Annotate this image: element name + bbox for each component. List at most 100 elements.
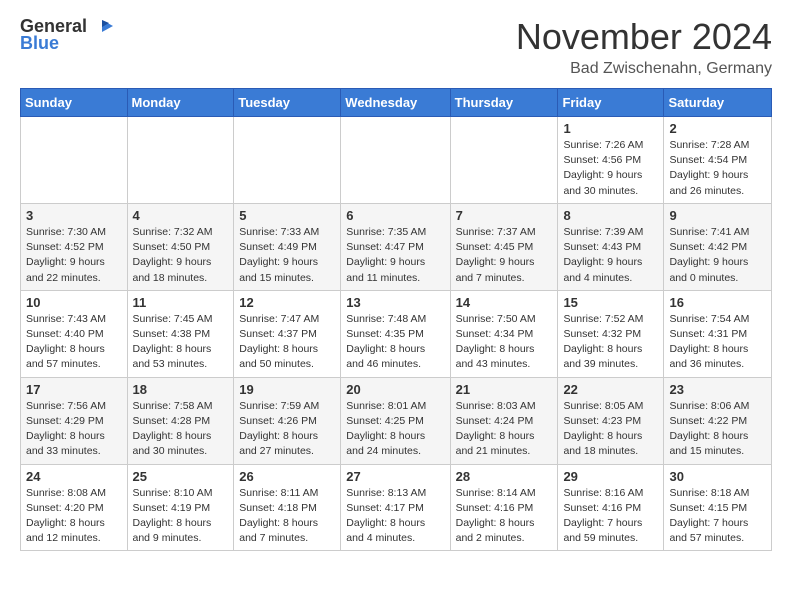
day-number: 6 [346, 208, 444, 223]
calendar-cell: 2 Sunrise: 7:28 AMSunset: 4:54 PMDaylight… [664, 117, 772, 204]
day-info: Sunrise: 8:18 AMSunset: 4:15 PMDaylight:… [669, 486, 766, 547]
calendar-cell [234, 117, 341, 204]
day-number: 4 [133, 208, 229, 223]
calendar-cell: 15Sunrise: 7:52 AMSunset: 4:32 PMDayligh… [558, 290, 664, 377]
day-info: Sunrise: 8:05 AMSunset: 4:23 PMDaylight:… [563, 399, 658, 460]
calendar-cell: 29 Sunrise: 8:16 AMSunset: 4:16 PMDayligh… [558, 464, 664, 551]
day-info: Sunrise: 7:47 AMSunset: 4:37 PMDaylight:… [239, 312, 335, 373]
day-number: 25 [133, 469, 229, 484]
location: Bad Zwischenahn, Germany [516, 60, 772, 78]
col-header-thursday: Thursday [450, 89, 558, 117]
logo: General Blue [20, 16, 113, 54]
calendar-cell: 28Sunrise: 8:14 AMSunset: 4:16 PMDayligh… [450, 464, 558, 551]
calendar-cell: 20 Sunrise: 8:01 AMSunset: 4:25 PMDayligh… [341, 377, 450, 464]
calendar-cell: 16Sunrise: 7:54 AMSunset: 4:31 PMDayligh… [664, 290, 772, 377]
calendar-cell: 11 Sunrise: 7:45 AMSunset: 4:38 PMDayligh… [127, 290, 234, 377]
calendar-cell: 10 Sunrise: 7:43 AMSunset: 4:40 PMDayligh… [21, 290, 128, 377]
col-header-tuesday: Tuesday [234, 89, 341, 117]
day-info: Sunrise: 7:26 AMSunset: 4:56 PMDaylight:… [563, 138, 658, 199]
day-info: Sunrise: 7:50 AMSunset: 4:34 PMDaylight:… [456, 312, 553, 373]
calendar-cell [341, 117, 450, 204]
calendar-cell: 1 Sunrise: 7:26 AMSunset: 4:56 PMDaylight… [558, 117, 664, 204]
day-number: 3 [26, 208, 122, 223]
calendar-cell: 7 Sunrise: 7:37 AMSunset: 4:45 PMDaylight… [450, 203, 558, 290]
calendar-table: SundayMondayTuesdayWednesdayThursdayFrid… [20, 88, 772, 551]
title-block: November 2024 Bad Zwischenahn, Germany [516, 16, 772, 78]
calendar-week-5: 24 Sunrise: 8:08 AMSunset: 4:20 PMDayligh… [21, 464, 772, 551]
day-info: Sunrise: 8:06 AMSunset: 4:22 PMDaylight:… [669, 399, 766, 460]
calendar-cell: 12 Sunrise: 7:47 AMSunset: 4:37 PMDayligh… [234, 290, 341, 377]
day-info: Sunrise: 8:13 AMSunset: 4:17 PMDaylight:… [346, 486, 444, 547]
day-number: 23 [669, 382, 766, 397]
day-number: 17 [26, 382, 122, 397]
day-info: Sunrise: 7:30 AMSunset: 4:52 PMDaylight:… [26, 225, 122, 286]
day-number: 8 [563, 208, 658, 223]
day-number: 22 [563, 382, 658, 397]
page-container: General Blue November 2024 Bad Zwischena… [0, 0, 792, 567]
calendar-cell: 9Sunrise: 7:41 AMSunset: 4:42 PMDaylight… [664, 203, 772, 290]
day-info: Sunrise: 7:37 AMSunset: 4:45 PMDaylight:… [456, 225, 553, 286]
day-info: Sunrise: 7:28 AMSunset: 4:54 PMDaylight:… [669, 138, 766, 199]
day-number: 27 [346, 469, 444, 484]
col-header-wednesday: Wednesday [341, 89, 450, 117]
day-number: 26 [239, 469, 335, 484]
calendar-week-3: 10 Sunrise: 7:43 AMSunset: 4:40 PMDayligh… [21, 290, 772, 377]
calendar-cell: 3 Sunrise: 7:30 AMSunset: 4:52 PMDaylight… [21, 203, 128, 290]
day-info: Sunrise: 7:52 AMSunset: 4:32 PMDaylight:… [563, 312, 658, 373]
day-info: Sunrise: 8:10 AMSunset: 4:19 PMDaylight:… [133, 486, 229, 547]
day-info: Sunrise: 7:32 AMSunset: 4:50 PMDaylight:… [133, 225, 229, 286]
day-info: Sunrise: 7:45 AMSunset: 4:38 PMDaylight:… [133, 312, 229, 373]
day-number: 5 [239, 208, 335, 223]
calendar-cell: 23 Sunrise: 8:06 AMSunset: 4:22 PMDayligh… [664, 377, 772, 464]
day-info: Sunrise: 8:08 AMSunset: 4:20 PMDaylight:… [26, 486, 122, 547]
calendar-week-4: 17 Sunrise: 7:56 AMSunset: 4:29 PMDayligh… [21, 377, 772, 464]
calendar-cell [21, 117, 128, 204]
day-info: Sunrise: 7:41 AMSunset: 4:42 PMDaylight:… [669, 225, 766, 286]
day-number: 30 [669, 469, 766, 484]
day-number: 1 [563, 121, 658, 136]
col-header-friday: Friday [558, 89, 664, 117]
calendar-week-1: 1 Sunrise: 7:26 AMSunset: 4:56 PMDaylight… [21, 117, 772, 204]
day-info: Sunrise: 7:43 AMSunset: 4:40 PMDaylight:… [26, 312, 122, 373]
page-header: General Blue November 2024 Bad Zwischena… [20, 16, 772, 78]
calendar-cell: 13 Sunrise: 7:48 AMSunset: 4:35 PMDayligh… [341, 290, 450, 377]
calendar-cell: 6 Sunrise: 7:35 AMSunset: 4:47 PMDaylight… [341, 203, 450, 290]
day-number: 29 [563, 469, 658, 484]
day-number: 21 [456, 382, 553, 397]
day-number: 10 [26, 295, 122, 310]
day-info: Sunrise: 7:33 AMSunset: 4:49 PMDaylight:… [239, 225, 335, 286]
col-header-monday: Monday [127, 89, 234, 117]
day-number: 19 [239, 382, 335, 397]
day-number: 11 [133, 295, 229, 310]
calendar-week-2: 3 Sunrise: 7:30 AMSunset: 4:52 PMDaylight… [21, 203, 772, 290]
day-info: Sunrise: 7:59 AMSunset: 4:26 PMDaylight:… [239, 399, 335, 460]
calendar-cell: 4 Sunrise: 7:32 AMSunset: 4:50 PMDaylight… [127, 203, 234, 290]
day-info: Sunrise: 7:54 AMSunset: 4:31 PMDaylight:… [669, 312, 766, 373]
calendar-cell: 22 Sunrise: 8:05 AMSunset: 4:23 PMDayligh… [558, 377, 664, 464]
day-number: 12 [239, 295, 335, 310]
calendar-cell: 27 Sunrise: 8:13 AMSunset: 4:17 PMDayligh… [341, 464, 450, 551]
col-header-saturday: Saturday [664, 89, 772, 117]
logo-blue: Blue [20, 33, 59, 54]
calendar-cell: 17 Sunrise: 7:56 AMSunset: 4:29 PMDayligh… [21, 377, 128, 464]
day-number: 28 [456, 469, 553, 484]
calendar-cell [127, 117, 234, 204]
calendar-header-row: SundayMondayTuesdayWednesdayThursdayFrid… [21, 89, 772, 117]
day-info: Sunrise: 7:39 AMSunset: 4:43 PMDaylight:… [563, 225, 658, 286]
col-header-sunday: Sunday [21, 89, 128, 117]
day-info: Sunrise: 7:58 AMSunset: 4:28 PMDaylight:… [133, 399, 229, 460]
day-number: 24 [26, 469, 122, 484]
day-number: 2 [669, 121, 766, 136]
day-number: 20 [346, 382, 444, 397]
day-number: 14 [456, 295, 553, 310]
day-info: Sunrise: 8:01 AMSunset: 4:25 PMDaylight:… [346, 399, 444, 460]
day-info: Sunrise: 7:48 AMSunset: 4:35 PMDaylight:… [346, 312, 444, 373]
month-title: November 2024 [516, 16, 772, 58]
day-info: Sunrise: 7:35 AMSunset: 4:47 PMDaylight:… [346, 225, 444, 286]
day-number: 13 [346, 295, 444, 310]
day-info: Sunrise: 8:16 AMSunset: 4:16 PMDaylight:… [563, 486, 658, 547]
day-info: Sunrise: 7:56 AMSunset: 4:29 PMDaylight:… [26, 399, 122, 460]
calendar-cell [450, 117, 558, 204]
calendar-cell: 18Sunrise: 7:58 AMSunset: 4:28 PMDayligh… [127, 377, 234, 464]
day-number: 7 [456, 208, 553, 223]
